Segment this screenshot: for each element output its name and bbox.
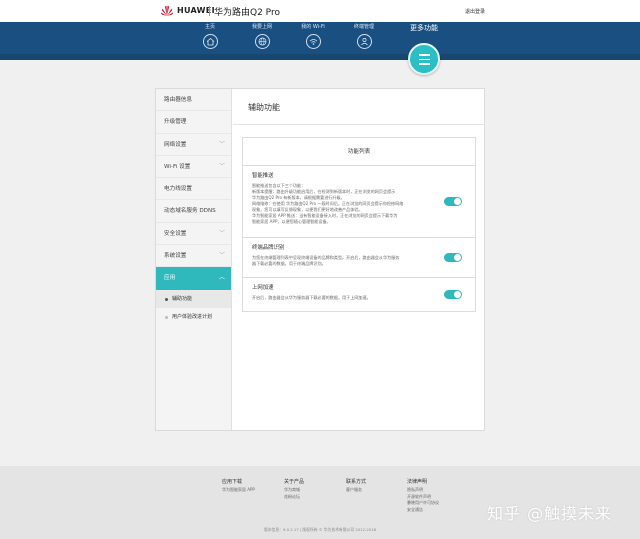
user-icon xyxy=(356,34,372,49)
sidebar-item-label: 升级管理 xyxy=(164,119,187,126)
feature-brand-recognition: 终端品牌识别 为您在终端管理列表中呈现终端设备的品牌和类型。开启后，路由器会从华… xyxy=(243,238,475,278)
sidebar-item-label: 系统设置 xyxy=(164,253,187,260)
menu-icon[interactable] xyxy=(408,43,440,75)
content-area: 辅助功能 功能列表 智能推送 智能推送包含以下三个功能： 新版本提醒：路由升级功… xyxy=(233,89,485,430)
chevron-down-icon: ﹀ xyxy=(218,252,225,260)
feature-desc-line: 开启后，路由器会从华为服务器下载必要的数据，用于上网加速。 xyxy=(252,295,371,300)
globe-icon xyxy=(254,34,270,49)
feature-name: 上网加速 xyxy=(252,285,274,291)
feature-desc-line: 器下载必要的数据，用于终端品牌识别。 xyxy=(252,261,326,266)
sidebar-item-apps[interactable]: 应用 ︿ xyxy=(156,267,231,290)
home-icon xyxy=(202,34,218,49)
sidebar-item-label: 安全设置 xyxy=(164,230,187,237)
bullet-icon xyxy=(165,297,168,301)
feature-smart-push: 智能推送 智能推送包含以下三个功能： 新版本提醒：路由升级功能启用后，在检测到新… xyxy=(243,166,475,238)
sidebar-subitem-label: 辅助功能 xyxy=(172,295,193,302)
footer-heading: 联系方式 xyxy=(346,479,367,485)
sidebar-item-label: 动态域名服务 DDNS xyxy=(164,208,216,215)
feature-name: 智能推送 xyxy=(252,173,274,179)
top-bar: HUAWEI 华为路由Q2 Pro 退出登录 xyxy=(0,0,640,22)
footer-col-product: 关于产品 华为商城 花粉论坛 xyxy=(284,478,304,500)
sidebar-subitem-label: 用户体验改进计划 xyxy=(172,313,213,320)
acceleration-toggle[interactable] xyxy=(444,290,462,299)
logout-link[interactable]: 退出登录 xyxy=(465,8,485,15)
sidebar-item-ddns[interactable]: 动态域名服务 DDNS xyxy=(156,200,231,223)
sidebar-item-label: Wi-Fi 设置 xyxy=(164,163,191,170)
footer-link[interactable]: 华为智能家居 APP xyxy=(222,487,255,494)
footer-link[interactable]: 客户服务 xyxy=(346,487,366,494)
smart-push-toggle[interactable] xyxy=(444,197,462,206)
nav-devices[interactable]: 终端管理 xyxy=(344,24,384,49)
sidebar-item-label: 应用 xyxy=(164,275,176,282)
huawei-logo-icon xyxy=(160,5,174,16)
sidebar-item-powerline[interactable]: 电力线设置 xyxy=(156,178,231,201)
sidebar-item-label: 网络设置 xyxy=(164,141,187,148)
nav-home-label: 主页 xyxy=(204,24,215,30)
footer-col-contact: 联系方式 客户服务 xyxy=(346,478,366,494)
sidebar-item-system[interactable]: 系统设置 ﹀ xyxy=(156,245,231,268)
sidebar-subitem-assist[interactable]: 辅助功能 xyxy=(156,289,231,308)
nav-devices-label: 终端管理 xyxy=(353,24,374,30)
sidebar-item-label: 电力线设置 xyxy=(164,186,192,193)
chevron-down-icon: ﹀ xyxy=(218,140,225,148)
footer-link[interactable]: 花粉论坛 xyxy=(284,494,304,501)
sidebar-item-router-info[interactable]: 路由器信息 xyxy=(156,89,231,112)
feature-desc-line: 智能家居 APP，以便您随心管理智能设备。 xyxy=(252,219,331,224)
sidebar-item-network[interactable]: 网络设置 ﹀ xyxy=(156,134,231,156)
nav-wifi[interactable]: 我的 Wi-Fi xyxy=(293,24,333,49)
sidebar-item-security[interactable]: 安全设置 ﹀ xyxy=(156,223,231,246)
footer-heading: 法律声明 xyxy=(407,479,428,485)
main-nav: 主页 我要上网 我的 Wi-Fi 终端管理 xyxy=(0,22,640,60)
sidebar-subitem-ux-plan[interactable]: 用户体验改进计划 xyxy=(156,308,231,326)
chevron-up-icon: ︿ xyxy=(218,274,225,282)
sidebar: 路由器信息 升级管理 网络设置 ﹀ Wi-Fi 设置 ﹀ 电力线设置 动态域名服务 … xyxy=(156,89,232,430)
nav-internet[interactable]: 我要上网 xyxy=(242,24,282,49)
nav-internet-label: 我要上网 xyxy=(251,24,272,30)
bullet-icon xyxy=(165,315,168,319)
settings-panel: 路由器信息 升级管理 网络设置 ﹀ Wi-Fi 设置 ﹀ 电力线设置 动态域名服务 … xyxy=(155,88,485,431)
chevron-down-icon: ﹀ xyxy=(218,229,225,237)
sidebar-item-label: 路由器信息 xyxy=(164,97,192,103)
nav-more[interactable]: 更多功能 xyxy=(403,24,445,33)
sidebar-item-upgrade[interactable]: 升级管理 xyxy=(156,111,231,134)
watermark: 知乎 @触摸未来 xyxy=(487,504,613,523)
feature-name: 终端品牌识别 xyxy=(252,245,285,251)
footer-heading: 关于产品 xyxy=(284,479,305,485)
wifi-icon xyxy=(305,34,321,49)
chevron-down-icon: ﹀ xyxy=(218,162,225,170)
product-name: 华为路由Q2 Pro xyxy=(214,8,280,18)
title-divider xyxy=(233,124,485,125)
footer-link[interactable]: 暴晓用户许可协议 xyxy=(407,500,439,507)
sidebar-item-wifi[interactable]: Wi-Fi 设置 ﹀ xyxy=(156,156,231,179)
nav-more-label: 更多功能 xyxy=(410,24,438,32)
page-title: 辅助功能 xyxy=(248,103,280,112)
footer-col-download: 应用下载 华为智能家居 APP xyxy=(222,478,255,494)
feature-list-header: 功能列表 xyxy=(243,138,475,166)
nav-wifi-label: 我的 Wi-Fi xyxy=(301,24,325,30)
brand-divider xyxy=(209,6,210,16)
footer-link[interactable]: 安全通告 xyxy=(407,507,439,514)
brand-recognition-toggle[interactable] xyxy=(444,253,462,262)
feature-list: 功能列表 智能推送 智能推送包含以下三个功能： 新版本提醒：路由升级功能启用后，… xyxy=(242,137,476,312)
footer-col-legal: 法律声明 隐私声明 开源软件声明 暴晓用户许可协议 安全通告 xyxy=(407,478,439,513)
copyright: 版本信息：9.0.2.17 | 版权所有 © 华为技术有限公司 2012-201… xyxy=(263,527,377,532)
footer-heading: 应用下载 xyxy=(222,479,243,485)
nav-home[interactable]: 主页 xyxy=(190,24,230,49)
feature-acceleration: 上网加速 开启后，路由器会从华为服务器下载必要的数据，用于上网加速。 xyxy=(243,278,475,311)
